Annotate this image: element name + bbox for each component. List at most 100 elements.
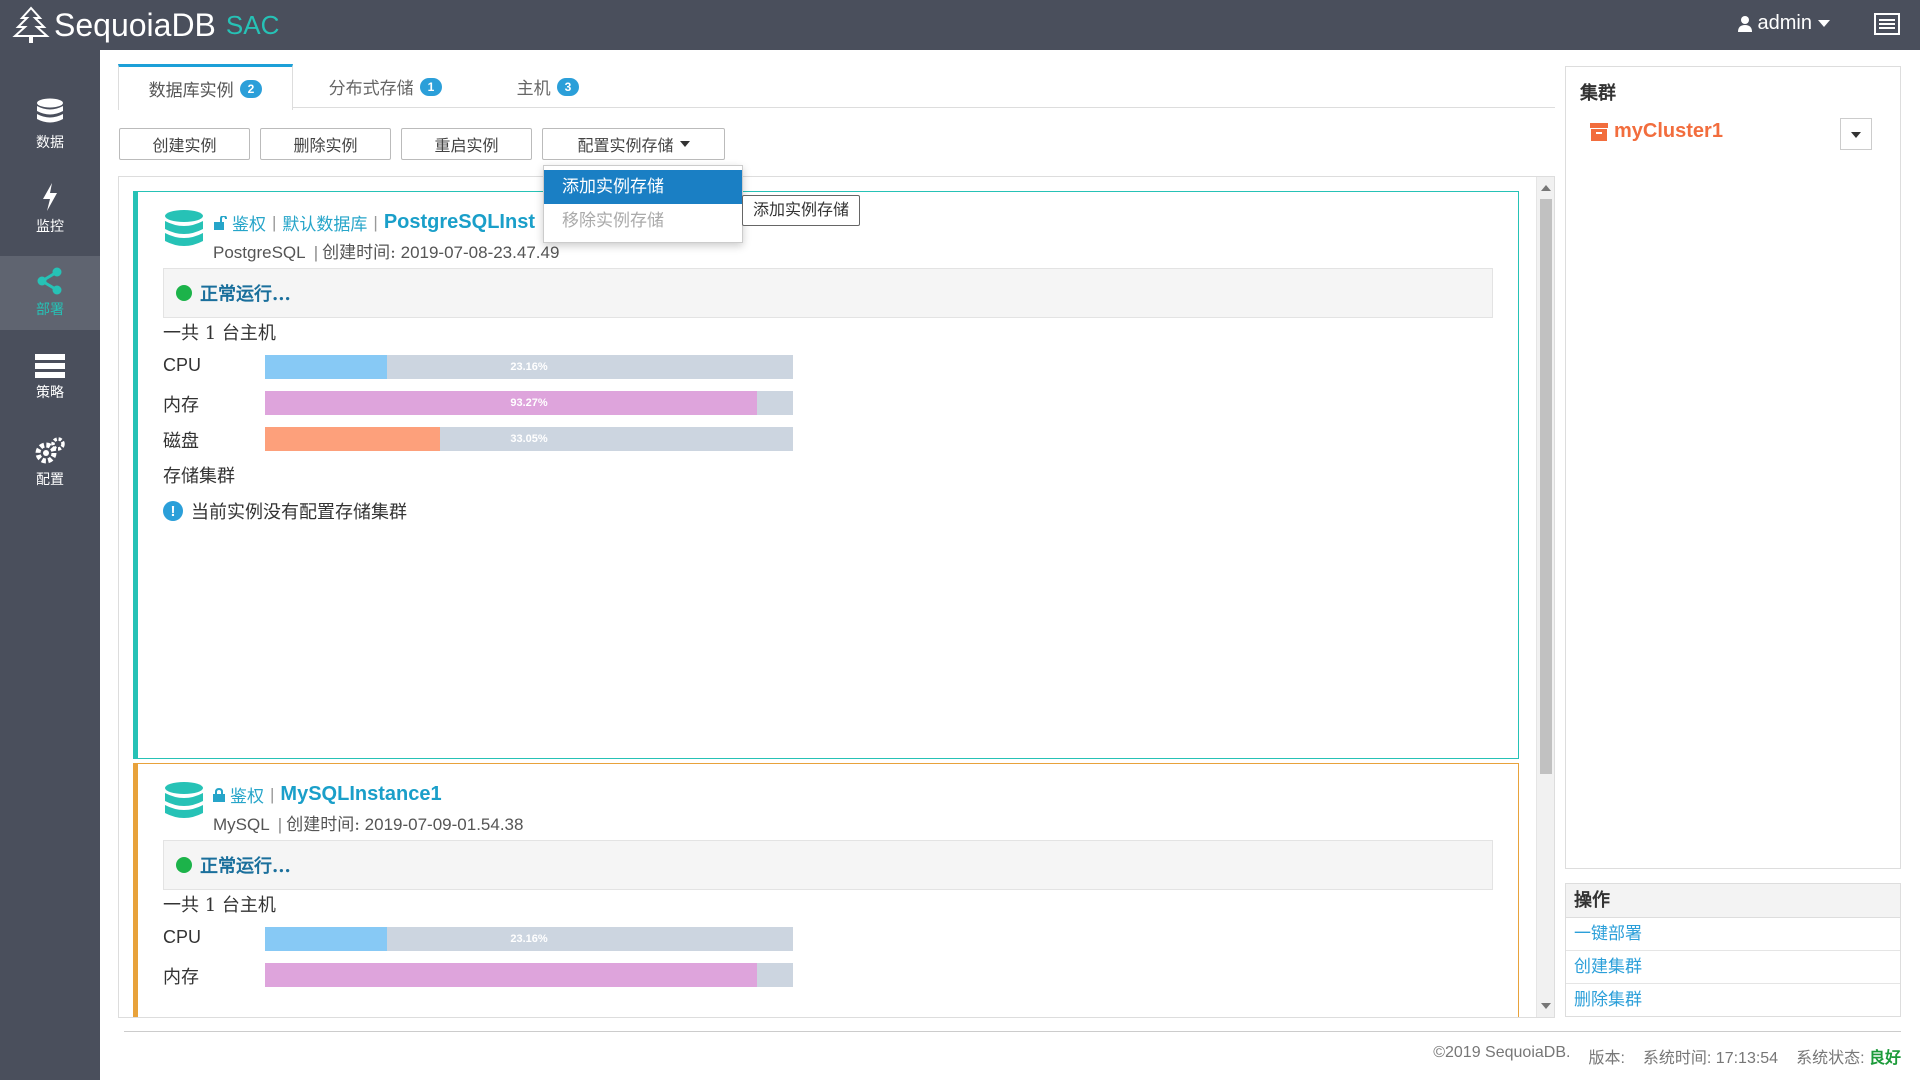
- instance-type: MySQL: [213, 815, 270, 834]
- database-icon: [37, 98, 63, 123]
- delete-instance-button[interactable]: 删除实例: [260, 128, 391, 160]
- menu-toggle-button[interactable]: [1874, 13, 1900, 35]
- lightning-icon: [43, 183, 57, 211]
- server-icon: [35, 354, 65, 378]
- instance-card-postgresql[interactable]: 鉴权 | 默认数据库 | PostgreSQLInst PostgreSQL |…: [133, 191, 1519, 759]
- system-status: 系统状态: 良好: [1796, 1050, 1901, 1067]
- archive-icon: [1590, 122, 1608, 141]
- memory-usage-bar: [265, 963, 793, 987]
- vertical-scrollbar[interactable]: [1536, 177, 1554, 1017]
- sidebar-item-label: 数据: [36, 134, 64, 150]
- delete-cluster-link[interactable]: 删除集群: [1566, 984, 1900, 1017]
- memory-usage-fill: [265, 963, 758, 987]
- config-storage-button[interactable]: 配置实例存储: [542, 128, 725, 160]
- storage-notice: ! 当前实例没有配置存储集群: [163, 498, 407, 524]
- database-icon: [165, 210, 203, 246]
- host-count: 一共 1 台主机: [163, 895, 276, 916]
- created-label: 创建时间:: [286, 815, 360, 835]
- auth-label[interactable]: 鉴权: [232, 210, 266, 235]
- disk-usage-text: 33.05%: [510, 433, 548, 445]
- status-text: 正常运行...: [200, 284, 291, 305]
- instance-card-mysql[interactable]: 鉴权 | MySQLInstance1 MySQL | 创建时间: 2019-07…: [133, 763, 1519, 1017]
- sidebar-item-label: 策略: [36, 384, 64, 400]
- sidebar-item-label: 监控: [36, 218, 64, 234]
- create-cluster-link[interactable]: 创建集群: [1566, 951, 1900, 984]
- footer-divider: [124, 1031, 1901, 1032]
- sidebar-item-deploy[interactable]: 部署: [0, 256, 100, 330]
- cpu-usage-bar: 23.16%: [265, 355, 793, 379]
- memory-label: 内存: [163, 967, 199, 988]
- lock-icon: [213, 787, 225, 802]
- host-count: 一共 1 台主机: [163, 323, 276, 344]
- disk-label: 磁盘: [163, 431, 199, 452]
- instance-name[interactable]: PostgreSQLInst: [384, 211, 535, 234]
- caret-down-icon: [1818, 19, 1830, 27]
- restart-instance-button[interactable]: 重启实例: [401, 128, 532, 160]
- status-ok-icon: [176, 857, 192, 873]
- scroll-thumb[interactable]: [1540, 199, 1552, 774]
- storage-cluster-label: 存储集群: [163, 466, 235, 487]
- sidebar-item-label: 部署: [36, 301, 64, 317]
- one-click-deploy-link[interactable]: 一键部署: [1566, 918, 1900, 951]
- database-icon: [165, 782, 203, 818]
- tab-hosts[interactable]: 主机 3: [473, 64, 623, 109]
- cpu-label: CPU: [163, 927, 202, 947]
- status-ok-icon: [176, 285, 192, 301]
- app-logo[interactable]: SequoiaDB SAC: [12, 4, 279, 46]
- system-time: 系统时间: 17:13:54: [1642, 1050, 1779, 1067]
- tab-label: 主机: [516, 79, 551, 99]
- cpu-label: CPU: [163, 355, 202, 375]
- user-icon: [1737, 15, 1752, 32]
- config-storage-menu: 添加实例存储 移除实例存储: [543, 165, 743, 243]
- caret-down-icon: [679, 141, 690, 147]
- cpu-usage-text: 23.16%: [510, 933, 548, 945]
- sidebar-item-monitor[interactable]: 监控: [0, 172, 100, 246]
- app-name: SequoiaDB: [54, 6, 216, 43]
- cluster-select-button[interactable]: [1840, 118, 1872, 150]
- scroll-up-icon[interactable]: [1541, 185, 1551, 191]
- cluster-title: 集群: [1580, 83, 1616, 104]
- count-badge: 2: [239, 79, 263, 98]
- default-db-label[interactable]: 默认数据库: [282, 210, 367, 235]
- count-badge: 1: [419, 77, 443, 96]
- cluster-panel: 集群 myCluster1: [1565, 66, 1901, 869]
- operations-title: 操作: [1566, 884, 1900, 918]
- memory-usage-bar: 93.27%: [265, 391, 793, 415]
- share-icon: [37, 267, 62, 295]
- sidebar: 数据 监控 部署 策略 配置: [0, 50, 100, 1080]
- instance-name[interactable]: MySQLInstance1: [280, 783, 441, 806]
- count-badge: 3: [556, 77, 580, 96]
- instance-title-row: 鉴权 | MySQLInstance1: [213, 782, 442, 807]
- user-menu[interactable]: admin: [1737, 12, 1830, 35]
- tab-label: 分布式存储: [328, 79, 414, 99]
- config-storage-label: 配置实例存储: [577, 138, 674, 155]
- app-suffix: SAC: [225, 9, 280, 40]
- create-instance-button[interactable]: 创建实例: [119, 128, 250, 160]
- remove-storage-menu-item[interactable]: 移除实例存储: [544, 204, 742, 238]
- sidebar-item-policy[interactable]: 策略: [0, 341, 100, 415]
- sidebar-item-data[interactable]: 数据: [0, 88, 100, 162]
- instance-list-panel[interactable]: 鉴权 | 默认数据库 | PostgreSQLInst PostgreSQL |…: [118, 176, 1555, 1018]
- tab-db-instances[interactable]: 数据库实例 2: [118, 64, 293, 110]
- sidebar-item-config[interactable]: 配置: [0, 426, 100, 500]
- memory-usage-text: 93.27%: [510, 397, 548, 409]
- add-storage-menu-item[interactable]: 添加实例存储: [544, 170, 742, 204]
- top-bar: SequoiaDB SAC admin: [0, 0, 1920, 50]
- status-bar: 正常运行...: [163, 840, 1493, 890]
- tree-logo-icon: [12, 6, 50, 43]
- tab-distributed-storage[interactable]: 分布式存储 1: [298, 64, 473, 109]
- gears-icon: [35, 437, 65, 464]
- version-label: 版本:: [1588, 1050, 1625, 1067]
- instance-type: PostgreSQL: [213, 243, 305, 262]
- memory-label: 内存: [163, 395, 199, 416]
- auth-label[interactable]: 鉴权: [230, 782, 264, 807]
- menu-tooltip: 添加实例存储: [742, 195, 861, 226]
- cluster-name[interactable]: myCluster1: [1590, 120, 1723, 143]
- created-time: 2019-07-09-01.54.38: [364, 815, 524, 834]
- cluster-name-text: myCluster1: [1614, 120, 1723, 142]
- copyright: ©2019 SequoiaDB.: [1433, 1044, 1571, 1061]
- cpu-usage-text: 23.16%: [510, 361, 548, 373]
- scroll-down-icon[interactable]: [1541, 1003, 1551, 1009]
- footer: ©2019 SequoiaDB. 版本: 系统时间: 17:13:54 系统状态…: [1433, 1044, 1901, 1068]
- instance-meta: PostgreSQL | 创建时间: 2019-07-08-23.47.49: [213, 243, 560, 263]
